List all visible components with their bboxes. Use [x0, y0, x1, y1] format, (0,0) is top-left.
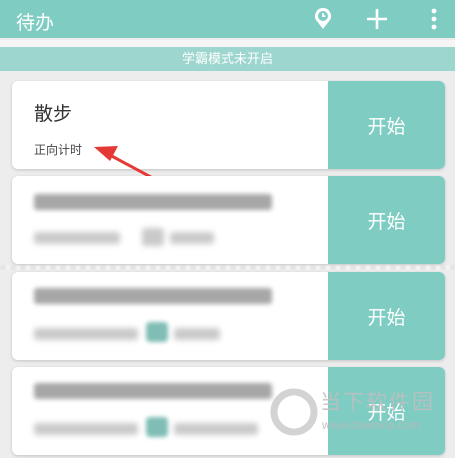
task-mode: 正向计时 [34, 143, 83, 157]
watermark-url: www.downxia.com [322, 418, 421, 432]
plus-icon[interactable] [363, 5, 391, 33]
blurred-task-name [34, 194, 272, 210]
blurred-task-meta [174, 328, 220, 340]
blurred-task-meta [174, 423, 258, 435]
watermark-text: 当下软件园 [320, 390, 435, 414]
page-title: 待办 [16, 13, 55, 34]
study-mode-banner[interactable]: 学霸模式未开启 [0, 47, 455, 71]
task-card[interactable]: 开始 [12, 176, 445, 264]
start-button[interactable]: 开始 [328, 176, 445, 264]
blurred-task-name [34, 288, 272, 304]
more-vert-icon[interactable] [420, 5, 448, 33]
divider [0, 266, 455, 269]
app-bar: 待办 [0, 0, 455, 38]
divider [0, 40, 455, 47]
blurred-task-icon [146, 417, 168, 437]
blurred-task-mode [34, 328, 138, 340]
task-name: 散步 [34, 104, 73, 125]
watermark-logo [270, 388, 318, 436]
blurred-task-icon [146, 322, 168, 342]
start-button[interactable]: 开始 [328, 272, 445, 360]
clock-icon[interactable] [309, 5, 337, 33]
blurred-task-mode [34, 423, 138, 435]
blurred-task-icon [142, 228, 164, 246]
task-card[interactable]: 散步 正向计时 开始 [12, 81, 445, 169]
task-card[interactable]: 开始 [12, 272, 445, 360]
blurred-task-meta [170, 232, 214, 244]
watermark: 当下软件园 www.downxia.com [270, 378, 455, 448]
start-button[interactable]: 开始 [328, 81, 445, 169]
blurred-task-name [34, 383, 272, 399]
blurred-task-mode [34, 232, 120, 244]
